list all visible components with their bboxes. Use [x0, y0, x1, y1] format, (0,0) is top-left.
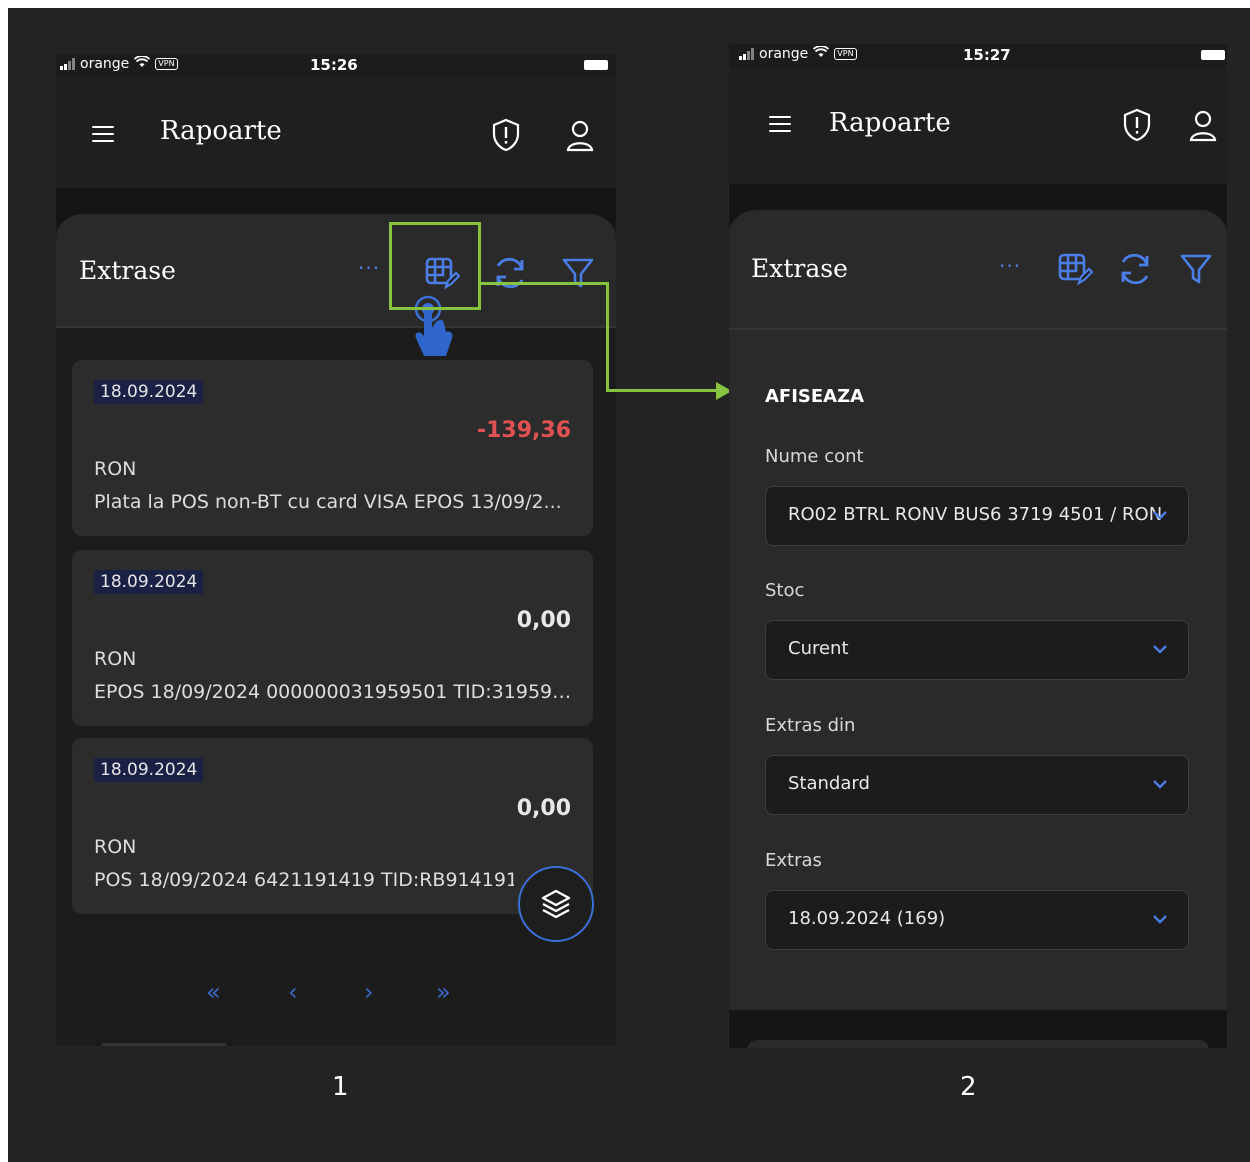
carrier-label: orange — [759, 46, 809, 62]
statement-select[interactable]: 18.09.2024 (169) — [765, 890, 1189, 950]
stock-select[interactable]: Curent — [765, 620, 1189, 680]
transaction-card[interactable]: 18.09.2024 0,00 RON EPOS 18/09/2024 0000… — [72, 550, 593, 726]
menu-icon[interactable] — [92, 126, 114, 142]
app-title: Rapoarte — [160, 116, 282, 146]
connector-line — [478, 282, 608, 285]
statement-label: Extras — [765, 850, 822, 871]
transaction-card[interactable]: 18.09.2024 -139,36 RON Plata la POS non-… — [72, 360, 593, 536]
account-name-select[interactable]: RO02 BTRL RONV BUS6 3719 4501 / RON — [765, 486, 1189, 546]
display-options-panel: AFISEAZA Nume cont RO02 BTRL RONV BUS6 3… — [729, 330, 1227, 1010]
refresh-icon[interactable] — [1117, 250, 1153, 292]
bottom-indicator — [102, 1043, 226, 1046]
transaction-description: EPOS 18/09/2024 000000031959501 TID:3195… — [94, 681, 572, 703]
refresh-icon[interactable] — [492, 254, 528, 296]
user-icon[interactable] — [564, 118, 596, 156]
chevron-down-icon — [1152, 640, 1168, 659]
stock-label: Stoc — [765, 580, 805, 601]
carrier-label: orange — [80, 56, 130, 72]
shield-icon[interactable] — [490, 118, 522, 156]
chevron-down-icon — [1152, 506, 1168, 525]
app-header: Rapoarte — [729, 68, 1227, 184]
panel-heading: AFISEAZA — [765, 386, 865, 407]
app-title: Rapoarte — [829, 108, 951, 138]
page-next-button[interactable]: › — [364, 978, 374, 1006]
statement-source-value: Standard — [788, 773, 870, 794]
status-time: 15:27 — [963, 46, 1011, 64]
wifi-icon — [813, 45, 830, 62]
section-title: Extrase — [79, 256, 176, 285]
step-label-2: 2 — [960, 1072, 977, 1102]
next-card-edge — [747, 1040, 1209, 1048]
transaction-amount: 0,00 — [516, 796, 571, 821]
signal-icon — [60, 58, 75, 70]
layers-button[interactable] — [518, 866, 594, 942]
highlight-box — [389, 222, 481, 310]
page-first-button[interactable]: « — [206, 978, 221, 1006]
stock-value: Curent — [788, 638, 849, 659]
account-name-value: RO02 BTRL RONV BUS6 3719 4501 / RON — [788, 504, 1163, 525]
statement-source-label: Extras din — [765, 715, 856, 736]
vpn-badge: VPN — [155, 58, 178, 70]
page-prev-button[interactable]: ‹ — [288, 978, 298, 1006]
user-icon[interactable] — [1187, 108, 1219, 146]
transaction-date: 18.09.2024 — [94, 380, 204, 404]
status-bar: orange VPN 15:26 — [56, 54, 616, 76]
menu-icon[interactable] — [769, 116, 791, 132]
phone-screen-2: orange VPN 15:27 Rapoarte Extrase ··· AF… — [729, 44, 1227, 1048]
battery-icon — [584, 60, 608, 70]
app-header: Rapoarte — [56, 78, 616, 188]
more-icon[interactable]: ··· — [999, 254, 1021, 278]
page-last-button[interactable]: » — [436, 978, 451, 1006]
transaction-currency: RON — [94, 458, 137, 480]
transaction-currency: RON — [94, 648, 137, 670]
shield-icon[interactable] — [1121, 108, 1153, 146]
statements-header: Extrase ··· — [729, 210, 1227, 328]
transaction-date: 18.09.2024 — [94, 758, 204, 782]
phone-screen-1: orange VPN 15:26 Rapoarte Extrase ··· 18… — [56, 54, 616, 1046]
transaction-amount: -139,36 — [476, 418, 571, 443]
transaction-card[interactable]: 18.09.2024 0,00 RON POS 18/09/2024 64211… — [72, 738, 593, 914]
transaction-amount: 0,00 — [516, 608, 571, 633]
section-title: Extrase — [751, 254, 848, 283]
wifi-icon — [134, 55, 151, 72]
chevron-down-icon — [1152, 775, 1168, 794]
statement-source-select[interactable]: Standard — [765, 755, 1189, 815]
connector-line — [606, 389, 718, 392]
table-edit-icon[interactable] — [1057, 252, 1094, 292]
transaction-date: 18.09.2024 — [94, 570, 204, 594]
account-name-label: Nume cont — [765, 446, 864, 467]
transaction-list: 18.09.2024 -139,36 RON Plata la POS non-… — [56, 328, 616, 1046]
layers-icon — [540, 888, 572, 924]
chevron-down-icon — [1152, 910, 1168, 929]
transaction-description: POS 18/09/2024 6421191419 TID:RB914191 I… — [94, 869, 514, 891]
transaction-description: Plata la POS non-BT cu card VISA EPOS 13… — [94, 491, 562, 513]
signal-icon — [739, 48, 754, 60]
filter-icon[interactable] — [561, 256, 595, 294]
battery-icon — [1201, 50, 1225, 60]
transaction-currency: RON — [94, 836, 137, 858]
vpn-badge: VPN — [834, 48, 857, 60]
more-icon[interactable]: ··· — [358, 256, 380, 280]
screenshot-canvas: orange VPN 15:26 Rapoarte Extrase ··· 18… — [8, 8, 1250, 1162]
statements-header: Extrase ··· — [56, 214, 616, 326]
status-bar: orange VPN 15:27 — [729, 44, 1227, 66]
step-label-1: 1 — [332, 1072, 349, 1102]
status-time: 15:26 — [310, 56, 358, 74]
statement-value: 18.09.2024 (169) — [788, 908, 946, 929]
filter-icon[interactable] — [1179, 252, 1213, 290]
connector-line — [606, 282, 609, 392]
